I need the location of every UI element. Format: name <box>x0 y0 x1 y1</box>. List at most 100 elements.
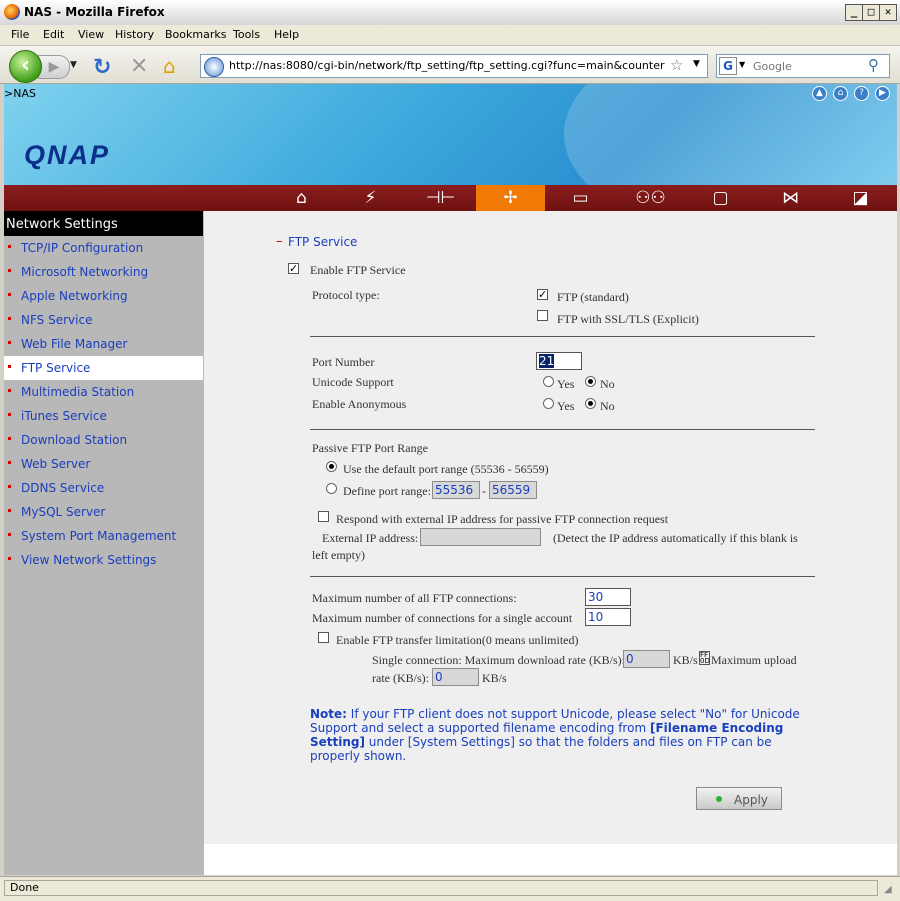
detect-ip-hint-line1: (Detect the IP address automatically if … <box>553 531 798 545</box>
sidebar-item-microsoft-networking[interactable]: Microsoft Networking <box>4 260 203 284</box>
navigation-toolbar: ▶ ‹ ▼ ↻ ✕ ⌂ http://nas:8080/cgi-bin/netw… <box>0 46 900 84</box>
menu-tools[interactable]: Tools <box>233 28 260 41</box>
header-glow <box>564 84 897 185</box>
port-range-dash: - <box>482 484 486 498</box>
menu-history[interactable]: History <box>115 28 154 41</box>
forward-button[interactable]: ▶ <box>38 55 70 79</box>
passive-define-radio[interactable] <box>326 483 337 494</box>
resize-grip-icon[interactable]: ◢ <box>884 884 892 895</box>
sidebar-item-label: FTP Service <box>21 361 91 375</box>
port-range-to-input[interactable]: 56559 <box>489 481 537 499</box>
port-number-input[interactable]: 21 <box>536 352 582 370</box>
network-settings-icon[interactable]: ✢ <box>476 185 545 211</box>
search-engine-dropdown-icon[interactable]: ▼ <box>739 60 745 69</box>
reload-icon[interactable]: ↻ <box>93 55 111 80</box>
upload-rate-input[interactable]: 0 <box>432 668 479 686</box>
firefox-icon <box>4 4 20 20</box>
history-dropdown-icon[interactable]: ▼ <box>70 60 77 70</box>
search-input[interactable] <box>751 57 865 75</box>
minimize-button[interactable]: _ <box>845 4 863 21</box>
help-icon[interactable]: ? <box>854 86 869 101</box>
sidebar-item-system-port-management[interactable]: System Port Management <box>4 524 203 548</box>
sidebar-item-apple-networking[interactable]: Apple Networking <box>4 284 203 308</box>
sidebar-item-ddns-service[interactable]: DDNS Service <box>4 476 203 500</box>
device-config-icon[interactable]: ▭ <box>546 185 615 211</box>
section-title: FTP Service <box>288 235 358 249</box>
user-management-icon[interactable]: ⚇⚇ <box>616 185 685 211</box>
title-bar: NAS - Mozilla Firefox _ □ ✕ <box>0 0 900 26</box>
upload-kbs-unit: KB/s <box>482 671 507 685</box>
bullet-icon <box>8 413 11 416</box>
menu-bookmarks[interactable]: Bookmarks <box>165 28 226 41</box>
bullet-icon <box>8 437 11 440</box>
sidebar-item-ftp-service[interactable]: FTP Service <box>4 356 203 380</box>
applications-icon[interactable]: ⋈ <box>756 185 825 211</box>
apply-button-label: Apply <box>734 793 768 807</box>
menu-help[interactable]: Help <box>274 28 299 41</box>
max-all-connections-input[interactable]: 30 <box>585 588 631 606</box>
enable-ftp-checkbox[interactable]: ✓ <box>288 263 299 274</box>
search-engine-icon[interactable]: G <box>719 57 737 75</box>
menu-file[interactable]: File <box>11 28 29 41</box>
search-box[interactable]: G ▼ ⚲ <box>716 54 890 78</box>
play-icon[interactable]: ▶ <box>875 86 890 101</box>
sidebar-item-download-station[interactable]: Download Station <box>4 428 203 452</box>
protocol-ftp-checkbox[interactable]: ✓ <box>537 289 548 300</box>
unicode-no-label: No <box>600 377 615 391</box>
enable-ftp-label: Enable FTP Service <box>310 263 406 277</box>
section-collapse-icon[interactable]: – <box>276 234 283 249</box>
sidebar-item-label: NFS Service <box>21 313 93 327</box>
bullet-icon <box>8 461 11 464</box>
max-single-account-input[interactable]: 10 <box>585 608 631 626</box>
respond-external-ip-checkbox[interactable] <box>318 511 329 522</box>
unicode-yes-radio[interactable] <box>543 376 554 387</box>
protocol-ssl-checkbox[interactable] <box>537 310 548 321</box>
url-text[interactable]: http://nas:8080/cgi-bin/network/ftp_sett… <box>229 59 665 72</box>
menu-edit[interactable]: Edit <box>43 28 64 41</box>
anonymous-no-radio[interactable] <box>585 398 596 409</box>
breadcrumb: >NAS <box>4 87 36 100</box>
maximize-button[interactable]: □ <box>862 4 880 21</box>
sidebar-item-mysql-server[interactable]: MySQL Server <box>4 500 203 524</box>
back-button[interactable]: ‹ <box>9 50 42 83</box>
home-circle-icon[interactable]: ⌂ <box>833 86 848 101</box>
site-identity-icon[interactable] <box>204 57 224 77</box>
download-rate-input[interactable]: 0 <box>623 650 670 668</box>
sidebar: Network Settings TCP/IP Configuration Mi… <box>4 211 204 875</box>
anonymous-no-label: No <box>600 399 615 413</box>
bookmark-star-icon[interactable]: ☆ <box>670 56 683 74</box>
address-bar[interactable]: http://nas:8080/cgi-bin/network/ftp_sett… <box>200 54 708 78</box>
system-settings-icon[interactable]: ⊣⊢ <box>406 185 475 211</box>
port-number-label: Port Number <box>312 355 375 369</box>
url-dropdown-icon[interactable]: ▼ <box>693 59 700 69</box>
menu-bar: File Edit View History Bookmarks Tools H… <box>0 25 900 46</box>
sidebar-item-web-file-manager[interactable]: Web File Manager <box>4 332 203 356</box>
transfer-limit-checkbox[interactable] <box>318 632 329 643</box>
port-range-from-input[interactable]: 55536 <box>432 481 480 499</box>
menu-view[interactable]: View <box>78 28 104 41</box>
external-ip-input[interactable] <box>420 528 541 546</box>
divider <box>310 336 815 337</box>
sidebar-item-itunes-service[interactable]: iTunes Service <box>4 404 203 428</box>
unicode-no-radio[interactable] <box>585 376 596 387</box>
sidebar-item-nfs-service[interactable]: NFS Service <box>4 308 203 332</box>
sidebar-item-view-network-settings[interactable]: View Network Settings <box>4 548 203 572</box>
search-icon[interactable]: ⚲ <box>868 56 879 74</box>
anonymous-yes-radio[interactable] <box>543 398 554 409</box>
sidebar-item-label: Apple Networking <box>21 289 128 303</box>
up-arrow-icon[interactable]: ▲ <box>812 86 827 101</box>
passive-default-radio[interactable] <box>326 461 337 472</box>
home-section-icon[interactable]: ⌂ <box>267 185 336 211</box>
sidebar-item-web-server[interactable]: Web Server <box>4 452 203 476</box>
apply-button[interactable]: Apply <box>696 787 782 810</box>
section-nav-band: ⌂ ⚡ ⊣⊢ ✢ ▭ ⚇⚇ ▢ ⋈ ◪ <box>4 185 897 211</box>
quick-config-icon[interactable]: ⚡ <box>336 185 405 211</box>
stop-icon[interactable]: ✕ <box>130 54 148 79</box>
close-button[interactable]: ✕ <box>879 4 897 21</box>
home-icon[interactable]: ⌂ <box>163 54 176 78</box>
sidebar-item-tcpip[interactable]: TCP/IP Configuration <box>4 236 203 260</box>
protocol-type-label: Protocol type: <box>312 288 380 302</box>
sidebar-item-multimedia-station[interactable]: Multimedia Station <box>4 380 203 404</box>
status-icon[interactable]: ◪ <box>826 185 895 211</box>
folder-icon[interactable]: ▢ <box>686 185 755 211</box>
